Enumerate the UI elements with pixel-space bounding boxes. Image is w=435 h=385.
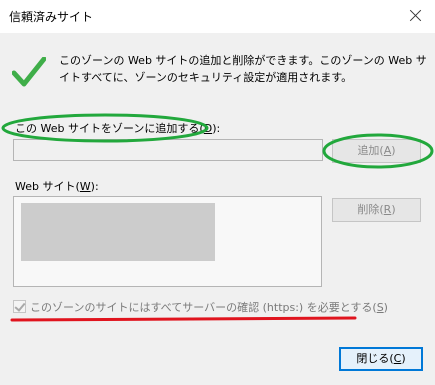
close-button[interactable]: 閉じる(C) [339,347,423,371]
redacted-site-entry[interactable] [21,203,215,261]
checkmark-icon [12,57,46,87]
websites-list[interactable] [13,196,322,287]
add-site-input[interactable] [13,139,323,161]
dialog-body: このゾーンの Web サイトの追加と削除ができます。このゾーンの Web サイト… [0,33,435,385]
websites-label: Web サイト(W): [15,180,99,193]
require-https-label: このゾーンのサイトにはすべてサーバーの確認 (https:) を必要とする(S) [30,301,388,314]
title-bar: 信頼済みサイト [0,0,435,33]
zone-description: このゾーンの Web サイトの追加と削除ができます。このゾーンの Web サイト… [59,54,427,84]
require-https-checkbox[interactable] [13,300,26,313]
window-title: 信頼済みサイト [9,10,94,24]
remove-button[interactable]: 削除(R) [332,198,421,222]
close-icon[interactable] [405,6,427,26]
add-button[interactable]: 追加(A) [332,139,421,163]
add-site-label: この Web サイトをゾーンに追加する(D): [15,122,221,135]
